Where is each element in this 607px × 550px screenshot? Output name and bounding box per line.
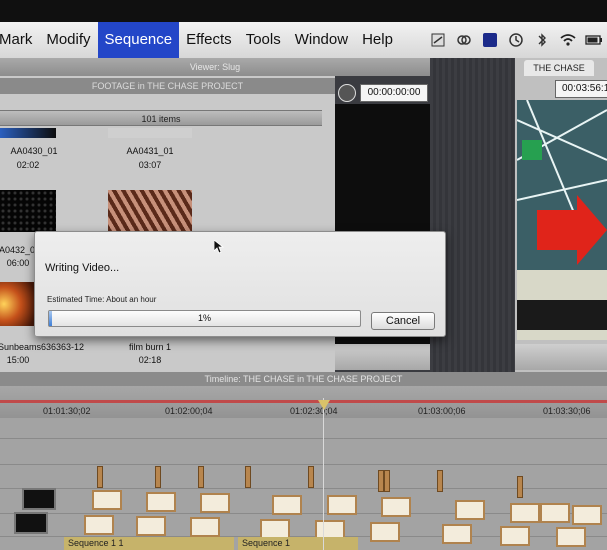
mouse-cursor-icon [213, 239, 225, 259]
viewer-title-strip: Viewer: Slug [0, 58, 430, 76]
screen: Mark Modify Sequence Effects Tools Windo… [0, 0, 607, 550]
cancel-button[interactable]: Cancel [371, 312, 435, 330]
items-count-bar: 101 items [0, 110, 322, 126]
estimated-time-text: Estimated Time: About an hour [47, 295, 157, 304]
timeline-title: Timeline: THE CHASE in THE CHASE PROJECT [0, 372, 607, 386]
clip-name: AA0430_01 [10, 146, 58, 156]
script-icon[interactable] [429, 31, 447, 49]
ruler-timecode: 01:02:00;04 [165, 406, 213, 416]
clip-thumbnail [108, 190, 192, 232]
timeline-clip[interactable] [455, 500, 485, 520]
clip-marker[interactable] [155, 466, 161, 488]
status-icons [429, 22, 603, 58]
viewer-transport-bar [335, 344, 430, 370]
timeline-clip[interactable] [92, 490, 122, 510]
progress-label: 1% [197, 313, 211, 323]
clip-item[interactable]: AA0430_01 02:02 [0, 128, 90, 188]
canvas-video-frame [517, 100, 607, 340]
sequence-clip[interactable]: Sequence 1 [238, 537, 358, 550]
timeline-clip[interactable] [540, 503, 570, 523]
canvas-tab[interactable]: THE CHASE [524, 60, 594, 76]
clip-thumbnail [0, 190, 56, 232]
sequence-clip[interactable]: Sequence 1 1 [64, 537, 234, 550]
clip-thumbnail [108, 128, 192, 138]
writing-video-dialog: Writing Video... Estimated Time: About a… [34, 231, 446, 337]
clip-marker[interactable] [97, 466, 103, 488]
timeline-clip[interactable] [370, 522, 400, 542]
clip-name: AA0431_01 [126, 146, 174, 156]
menu-tools[interactable]: Tools [239, 22, 288, 58]
wifi-icon[interactable] [559, 31, 577, 49]
timeline-clip[interactable] [136, 516, 166, 536]
monitor-bezel [0, 0, 607, 22]
menu-modify[interactable]: Modify [39, 22, 97, 58]
menu-sequence[interactable]: Sequence [97, 22, 180, 58]
clip-name: Sunbeams636363-12 [0, 342, 85, 352]
clip-duration: 02:18 [138, 355, 162, 365]
timeline-clip[interactable] [500, 526, 530, 546]
timeline-clip[interactable] [327, 495, 357, 515]
timeline-clip[interactable] [381, 497, 411, 517]
menu-items: Mark Modify Sequence Effects Tools Windo… [0, 22, 400, 58]
clip-marker[interactable] [198, 466, 204, 488]
timeline-video-thumb[interactable] [14, 512, 48, 534]
clip-marker[interactable] [245, 466, 251, 488]
app-square-icon[interactable] [481, 31, 499, 49]
menu-effects[interactable]: Effects [179, 22, 239, 58]
clip-thumbnail [0, 128, 56, 138]
clip-marker[interactable] [308, 466, 314, 488]
clip-item[interactable]: AA0431_01 03:07 [108, 128, 198, 188]
browser-title: FOOTAGE in THE CHASE PROJECT [0, 78, 335, 94]
timeline-video-thumb[interactable] [22, 488, 56, 510]
time-machine-icon[interactable] [507, 31, 525, 49]
dialog-title: Writing Video... [45, 262, 120, 274]
menu-help[interactable]: Help [355, 22, 400, 58]
ruler-timecode: 01:02:30;04 [290, 406, 338, 416]
clip-marker[interactable] [437, 470, 443, 492]
timeline-clip[interactable] [442, 524, 472, 544]
clip-marker[interactable] [517, 476, 523, 498]
ruler-timecode: 01:01:30;02 [43, 406, 91, 416]
timeline-clip[interactable] [200, 493, 230, 513]
clip-duration: 03:07 [138, 160, 162, 170]
timeline-clip[interactable] [510, 503, 540, 523]
sync-icon[interactable] [455, 31, 473, 49]
viewer-timecode-field[interactable]: 00:00:00:00 [360, 84, 428, 102]
timeline-clip[interactable] [272, 495, 302, 515]
clip-duration: 02:02 [16, 160, 40, 170]
menu-mark[interactable]: Mark [0, 22, 39, 58]
render-status-bar [0, 400, 607, 403]
progress-bar: 1% [48, 310, 361, 327]
playhead[interactable] [323, 398, 324, 550]
menu-bar: Mark Modify Sequence Effects Tools Windo… [0, 22, 607, 58]
menu-window[interactable]: Window [288, 22, 355, 58]
timeline-clip[interactable] [260, 519, 290, 539]
clip-marker[interactable] [384, 470, 390, 492]
ruler-timecode: 01:03:00;06 [418, 406, 466, 416]
timecode-dial-icon[interactable] [338, 84, 356, 102]
bluetooth-icon[interactable] [533, 31, 551, 49]
clip-name: film burn 1 [128, 342, 172, 352]
battery-icon[interactable] [585, 31, 603, 49]
canvas-timecode-field[interactable]: 00:03:56:1 [555, 80, 607, 98]
clip-duration: 15:00 [6, 355, 30, 365]
timeline-clip[interactable] [572, 505, 602, 525]
ruler-timecode: 01:03:30;06 [543, 406, 591, 416]
timeline-clip[interactable] [556, 527, 586, 547]
timeline-clip[interactable] [146, 492, 176, 512]
timeline-clip[interactable] [190, 517, 220, 537]
timeline-clip[interactable] [84, 515, 114, 535]
canvas-transport-bar [515, 344, 607, 370]
